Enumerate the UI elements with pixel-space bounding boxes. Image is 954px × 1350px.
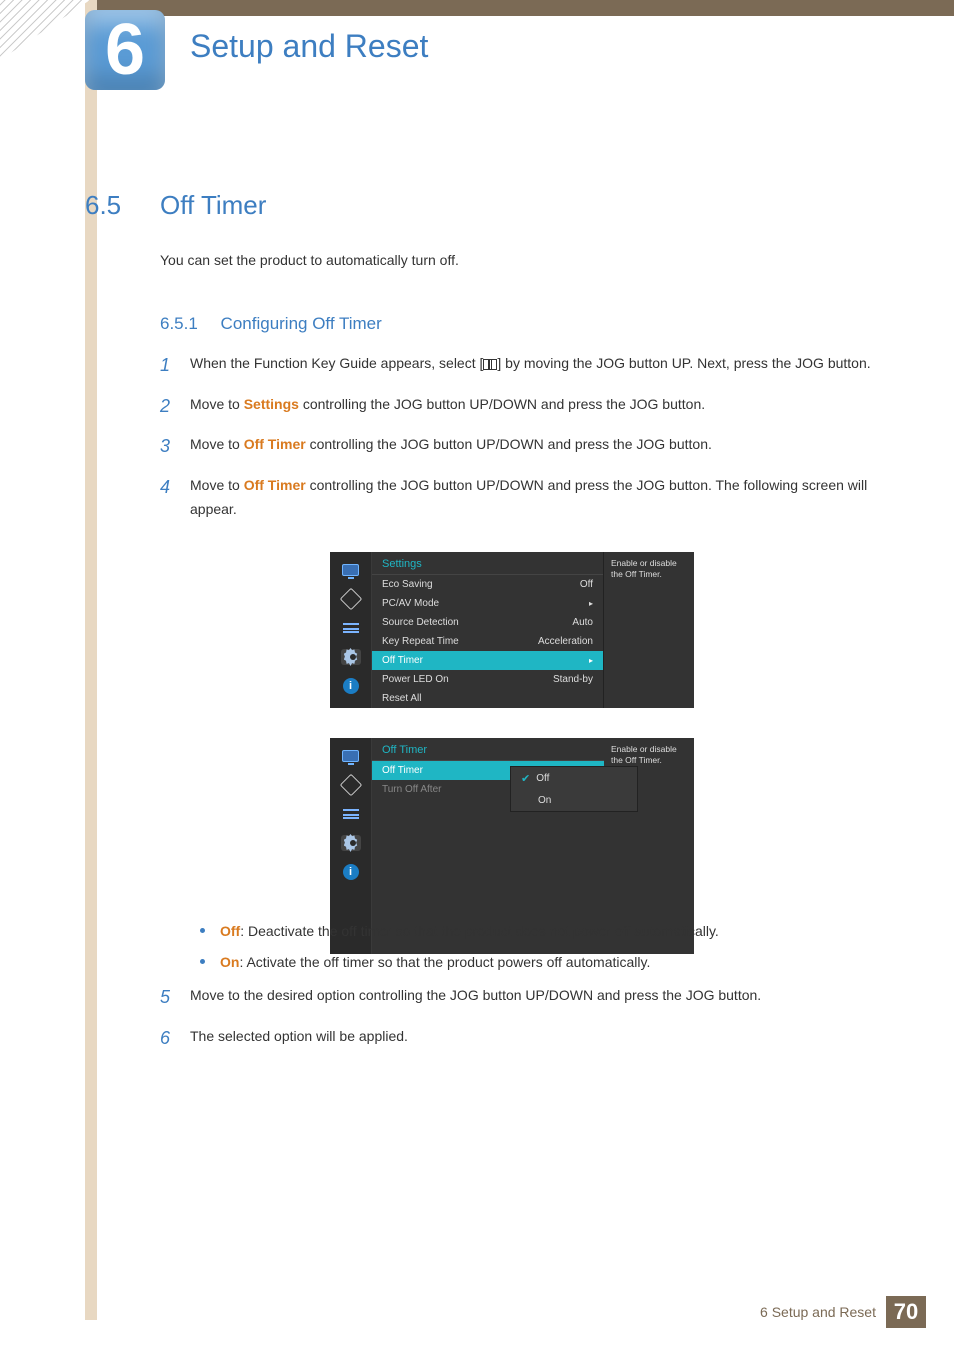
monitor-icon (341, 748, 361, 764)
step-text: controlling the JOG button UP/DOWN and p… (299, 396, 705, 412)
page-footer: 6 Setup and Reset 70 (760, 1296, 926, 1328)
section-title: Off Timer (160, 190, 266, 221)
monitor-icon (341, 562, 361, 578)
subsection-number: 6.5.1 (160, 314, 198, 333)
bullet-bold: Off (220, 923, 240, 939)
step-text: Move to (190, 396, 244, 412)
osd-row-reset-all: Reset All (372, 689, 603, 708)
osd-panel-title: Off Timer (372, 738, 604, 761)
info-icon: i (341, 678, 361, 694)
step-number: 2 (160, 391, 190, 422)
section-number: 6.5 (85, 190, 160, 221)
check-icon: ✔ (521, 772, 530, 785)
osd-row-label: Eco Saving (382, 579, 433, 590)
osd-row-value: Stand-by (553, 674, 593, 685)
intro-paragraph: You can set the product to automatically… (160, 252, 459, 268)
list-icon (341, 806, 361, 822)
subsection-heading: 6.5.1 Configuring Off Timer (160, 314, 382, 334)
osd-option-off: ✔ Off (511, 767, 637, 790)
footer-chapter-label: 6 Setup and Reset (760, 1304, 876, 1320)
osd-row-value: Acceleration (538, 636, 593, 647)
bullet-text: : Deactivate the off timer so that the p… (240, 923, 719, 939)
steps-list-continued: 5 Move to the desired option controlling… (160, 982, 880, 1063)
highlight-off-timer: Off Timer (244, 436, 306, 452)
highlight-settings: Settings (244, 396, 299, 412)
osd-row-power-led-on: Power LED On Stand-by (372, 670, 603, 689)
step-text: Move to (190, 477, 244, 493)
osd-row-label: Off Timer (382, 765, 423, 776)
osd-panel-title: Settings (372, 552, 603, 575)
highlight-off-timer: Off Timer (244, 477, 306, 493)
bullet-text: : Activate the off timer so that the pro… (239, 954, 650, 970)
step-text: controlling the JOG button UP/DOWN and p… (306, 436, 712, 452)
osd-row-label: PC/AV Mode (382, 598, 439, 609)
osd-settings-screen: i Settings Eco Saving Off PC/AV Mode ▸ S… (330, 552, 694, 708)
step-number: 5 (160, 982, 190, 1013)
step-number: 3 (160, 431, 190, 462)
osd-option-on: On (511, 790, 637, 811)
osd-row-source-detection: Source Detection Auto (372, 613, 603, 632)
menu-icon (483, 359, 497, 370)
osd-row-off-timer: Off Timer ▸ (372, 651, 603, 670)
osd-row-pcav-mode: PC/AV Mode ▸ (372, 594, 603, 613)
osd-row-value: Auto (572, 617, 593, 628)
steps-list: 1 When the Function Key Guide appears, s… (160, 350, 880, 531)
step-4: 4 Move to Off Timer controlling the JOG … (160, 472, 880, 522)
chapter-number-badge: 6 (85, 10, 165, 90)
bullet-on: On: Activate the off timer so that the p… (195, 949, 875, 976)
step-3: 3 Move to Off Timer controlling the JOG … (160, 431, 880, 462)
option-bullet-list: Off: Deactivate the off timer so that th… (195, 918, 875, 979)
osd-option-label: On (538, 795, 551, 806)
subsection-title: Configuring Off Timer (221, 314, 382, 333)
step-body: Move to Settings controlling the JOG but… (190, 391, 880, 422)
osd-row-label: Off Timer (382, 655, 423, 666)
move-icon (341, 591, 361, 607)
step-text: Move to (190, 436, 244, 452)
step-number: 1 (160, 350, 190, 381)
osd-row-label: Power LED On (382, 674, 449, 685)
step-body: Move to Off Timer controlling the JOG bu… (190, 472, 880, 522)
step-6: 6 The selected option will be applied. (160, 1023, 880, 1054)
chevron-right-icon: ▸ (589, 599, 593, 608)
bullet-bold: On (220, 954, 239, 970)
osd-menu-panel: Settings Eco Saving Off PC/AV Mode ▸ Sou… (372, 552, 604, 708)
chapter-title: Setup and Reset (190, 28, 428, 65)
list-icon (341, 620, 361, 636)
info-icon: i (341, 864, 361, 880)
osd-row-label: Key Repeat Time (382, 636, 459, 647)
step-body: Move to the desired option controlling t… (190, 982, 880, 1013)
step-text: ] by moving the JOG button UP. Next, pre… (497, 355, 870, 371)
page-number: 70 (886, 1296, 926, 1328)
osd-row-label: Turn Off After (382, 784, 441, 795)
osd-row-eco-saving: Eco Saving Off (372, 575, 603, 594)
top-accent-bar (94, 0, 954, 16)
osd-icon-column: i (330, 552, 372, 708)
osd-row-value: Off (580, 579, 593, 590)
step-number: 6 (160, 1023, 190, 1054)
osd-option-label: Off (536, 773, 549, 784)
corner-hatch-decoration (0, 0, 90, 60)
step-number: 4 (160, 472, 190, 522)
step-5: 5 Move to the desired option controlling… (160, 982, 880, 1013)
step-body: When the Function Key Guide appears, sel… (190, 350, 880, 381)
step-2: 2 Move to Settings controlling the JOG b… (160, 391, 880, 422)
osd-row-label: Source Detection (382, 617, 459, 628)
gear-icon (341, 835, 361, 851)
bullet-off: Off: Deactivate the off timer so that th… (195, 918, 875, 945)
osd-help-panel: Enable or disable the Off Timer. (604, 552, 694, 708)
osd-option-popup: ✔ Off On (510, 766, 638, 812)
section-heading: 6.5 Off Timer (85, 190, 266, 221)
step-body: The selected option will be applied. (190, 1023, 880, 1054)
chevron-right-icon: ▸ (589, 656, 593, 665)
osd-row-label: Reset All (382, 693, 421, 704)
step-body: Move to Off Timer controlling the JOG bu… (190, 431, 880, 462)
step-1: 1 When the Function Key Guide appears, s… (160, 350, 880, 381)
step-text: When the Function Key Guide appears, sel… (190, 355, 483, 371)
move-icon (341, 777, 361, 793)
gear-icon (341, 649, 361, 665)
osd-row-key-repeat-time: Key Repeat Time Acceleration (372, 632, 603, 651)
